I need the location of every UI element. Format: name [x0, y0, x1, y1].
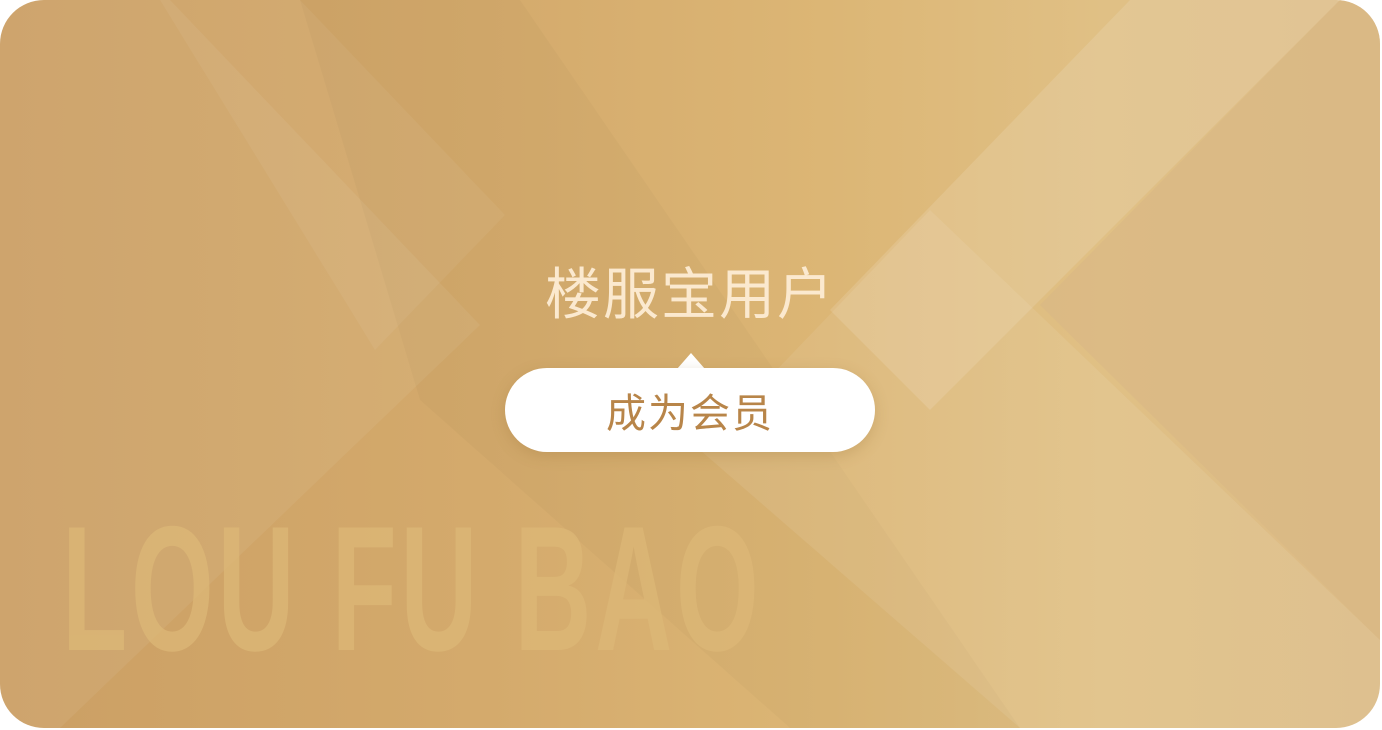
card-title: 楼服宝用户 [545, 263, 835, 328]
membership-card: LOU FU BAO 楼服宝用户 成为会员 [0, 0, 1380, 728]
watermark-text: LOU FU BAO [62, 489, 763, 688]
tooltip-arrow [677, 353, 705, 369]
become-member-button[interactable]: 成为会员 [505, 368, 875, 452]
